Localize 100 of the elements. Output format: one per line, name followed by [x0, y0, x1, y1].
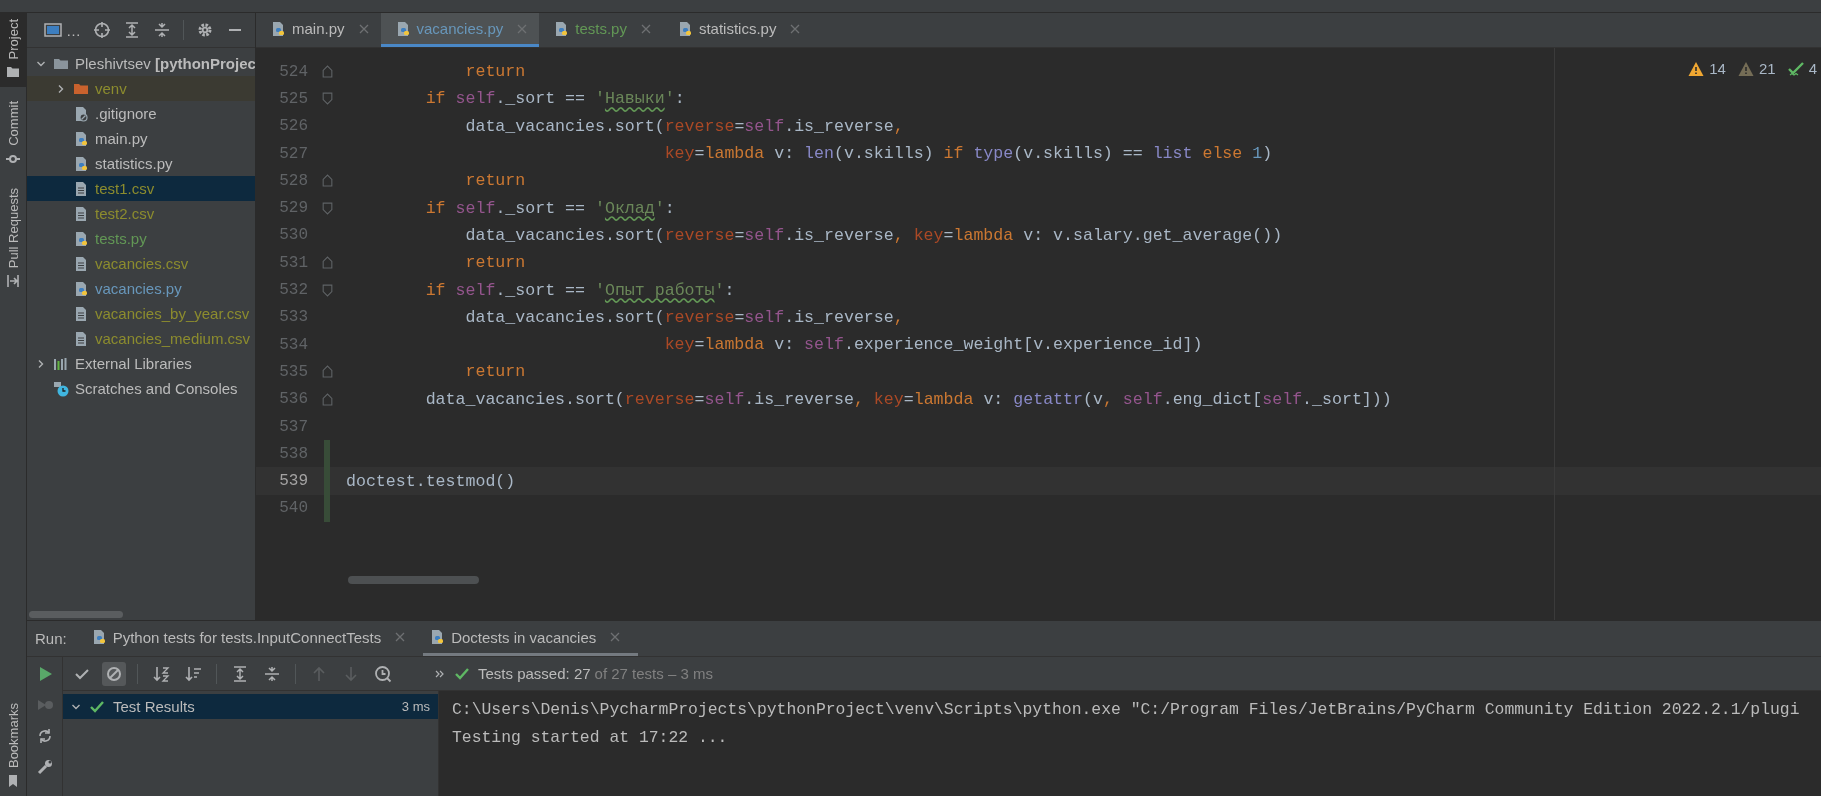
- checkmark-icon[interactable]: [1787, 60, 1804, 77]
- fold-icon[interactable]: [321, 65, 333, 79]
- tree-item[interactable]: venv: [27, 76, 255, 101]
- text-file-icon: [73, 330, 89, 347]
- chevron-right-icon[interactable]: [36, 358, 46, 369]
- close-icon[interactable]: [640, 23, 651, 34]
- python-file-icon: [429, 629, 446, 645]
- scrollbar[interactable]: [348, 576, 479, 584]
- tool-window-button[interactable]: Commit: [0, 95, 26, 175]
- line-number: 525: [278, 89, 308, 108]
- sort-alphabetically-icon[interactable]: [152, 664, 170, 683]
- console-line: Testing started at 17:22 ...: [452, 726, 728, 749]
- test-result-item[interactable]: Test Results 3 ms: [63, 694, 438, 719]
- line-number: 529: [278, 199, 308, 218]
- code-line: data_vacancies.sort(reverse=self.is_reverse, key=lambda v: getattr(v, self.eng_dict[self._sort])): [424, 389, 1392, 409]
- settings-icon[interactable]: [196, 21, 214, 39]
- editor-tab[interactable]: tests.py: [539, 13, 663, 47]
- python-file-icon: [73, 280, 89, 297]
- tree-item[interactable]: statistics.py: [27, 151, 255, 176]
- sort-by-duration-icon[interactable]: [184, 664, 202, 683]
- python-file-icon: [553, 20, 570, 37]
- warning-icon[interactable]: [1688, 60, 1705, 77]
- tree-item[interactable]: Pleshivtsev [pythonProjec: [27, 51, 255, 76]
- expand-all-icon[interactable]: [231, 664, 249, 683]
- tree-item[interactable]: vacancies_medium.csv: [27, 326, 255, 351]
- run-label: Run:: [34, 630, 68, 647]
- library-icon: [53, 355, 69, 372]
- collapse-all-icon[interactable]: [263, 664, 281, 683]
- fold-icon[interactable]: [321, 92, 333, 106]
- fold-icon[interactable]: [321, 201, 333, 215]
- line-number: 532: [278, 281, 308, 299]
- text-file-icon: [73, 205, 89, 222]
- fold-icon[interactable]: [321, 283, 333, 297]
- tool-window-button[interactable]: Pull Requests: [0, 182, 26, 297]
- line-number: 535: [278, 362, 308, 381]
- close-icon[interactable]: [395, 632, 406, 642]
- tree-item[interactable]: .gitignore: [27, 101, 255, 126]
- pull-request-icon: [6, 274, 20, 289]
- folder-icon: [6, 65, 20, 80]
- tool-window-button[interactable]: Project: [0, 13, 26, 88]
- code-line: data_vacancies.sort(reverse=self.is_reverse,: [464, 307, 904, 327]
- code-line: doctest.testmod(): [346, 471, 516, 491]
- code-line: data_vacancies.sort(reverse=self.is_reverse, key=lambda v: v.salary.get_average()): [464, 225, 1283, 245]
- run-tab[interactable]: Doctests in vacancies: [423, 621, 639, 656]
- locate-icon[interactable]: [93, 21, 111, 39]
- code-line: if self._sort == 'Оклад':: [424, 198, 675, 218]
- view-selector[interactable]: …: [66, 21, 81, 39]
- line-number: 538: [278, 444, 308, 463]
- code-line: return: [464, 362, 526, 382]
- code-line: data_vacancies.sort(reverse=self.is_reverse,: [464, 116, 904, 136]
- code-line: return: [464, 62, 526, 82]
- chevron-right-icon[interactable]: [56, 83, 66, 94]
- editor-tab[interactable]: statistics.py: [662, 13, 813, 47]
- fold-icon[interactable]: [321, 256, 333, 270]
- close-icon[interactable]: [610, 632, 621, 642]
- wrench-icon[interactable]: [35, 758, 54, 776]
- tree-item[interactable]: main.py: [27, 126, 255, 151]
- tool-window-button[interactable]: Bookmarks: [0, 696, 26, 796]
- line-number: 534: [278, 335, 308, 354]
- problem-count: 4: [1808, 60, 1817, 77]
- tree-item[interactable]: Scratches and Consoles: [27, 376, 255, 401]
- python-file-icon: [73, 155, 89, 172]
- line-number: 528: [278, 171, 308, 190]
- code-line: key=lambda v: len(v.skills) if type(v.skills) == list else 1): [663, 144, 1273, 164]
- editor-tab[interactable]: main.py: [256, 13, 381, 47]
- line-number: 530: [278, 226, 308, 245]
- tree-item[interactable]: test2.csv: [27, 201, 255, 226]
- line-number: 536: [278, 390, 308, 409]
- line-number: 539: [278, 472, 308, 491]
- code-line: if self._sort == 'Навыки':: [424, 89, 685, 109]
- tree-item[interactable]: vacancies.csv: [27, 251, 255, 276]
- code-line: return: [464, 253, 526, 273]
- code-line: key=lambda v: self.experience_weight[v.experience_id]): [663, 335, 1203, 355]
- run-tab[interactable]: Python tests for tests.InputConnectTests: [84, 621, 424, 656]
- tree-item[interactable]: vacancies.py: [27, 276, 255, 301]
- ignored-icon[interactable]: [102, 661, 126, 686]
- history-icon[interactable]: [374, 664, 392, 683]
- fold-icon[interactable]: [321, 365, 333, 379]
- code-line: if self._sort == 'Опыт работы':: [424, 280, 735, 300]
- expand-all-icon[interactable]: [123, 21, 141, 39]
- close-icon[interactable]: [790, 23, 801, 34]
- tree-item[interactable]: External Libraries: [27, 351, 255, 376]
- line-number: 540: [278, 499, 308, 518]
- python-file-icon: [73, 230, 89, 247]
- problem-count: 21: [1758, 60, 1776, 77]
- bookmark-icon: [6, 774, 20, 788]
- tree-item[interactable]: vacancies_by_year.csv: [27, 301, 255, 326]
- fold-icon[interactable]: [321, 392, 333, 406]
- tests-summary: of 27 tests – 3 ms: [594, 665, 713, 682]
- ignored-file-icon: [73, 105, 89, 122]
- code-line: return: [464, 171, 526, 191]
- collapse-all-icon[interactable]: [153, 21, 171, 39]
- close-icon[interactable]: [358, 23, 369, 34]
- tree-item[interactable]: test1.csv: [27, 176, 255, 201]
- text-file-icon: [73, 255, 89, 272]
- scrollbar[interactable]: [29, 611, 123, 618]
- line-number: 537: [278, 417, 308, 436]
- fold-icon[interactable]: [321, 174, 333, 188]
- tree-item[interactable]: tests.py: [27, 226, 255, 251]
- window-icon[interactable]: [44, 21, 62, 39]
